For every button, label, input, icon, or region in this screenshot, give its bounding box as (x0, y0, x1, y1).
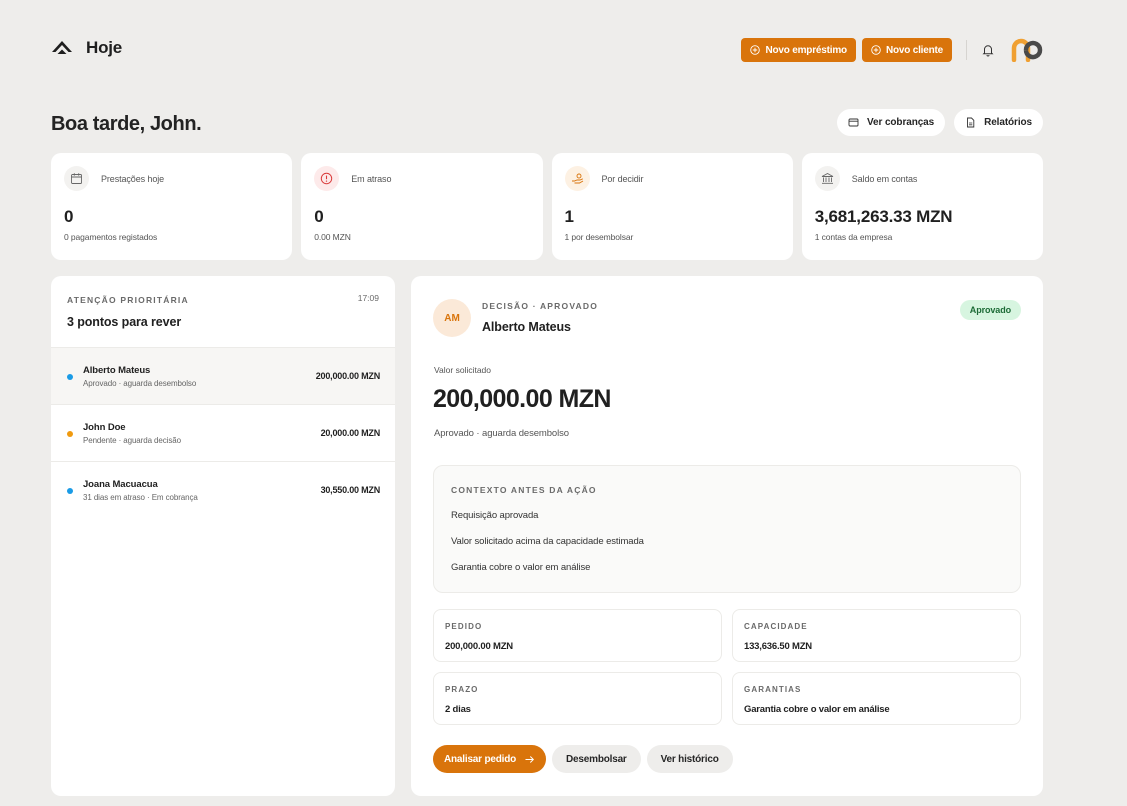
stat-value: 1 (564, 207, 574, 226)
stats-row: Prestações hoje 0 0 pagamentos registado… (51, 153, 1043, 260)
item-name: John Doe (83, 422, 126, 433)
view-charges-label: Ver cobranças (867, 117, 935, 128)
priority-kicker: ATENÇÃO PRIORITÁRIA (67, 295, 189, 305)
item-name: Joana Macuacua (83, 479, 158, 490)
status-dot (67, 431, 73, 437)
hand-coin-icon (564, 166, 590, 191)
plus-circle-icon (871, 45, 881, 55)
stat-value: 3,681,263.33 MZN (814, 207, 953, 226)
fact-value: 200,000.00 MZN (445, 641, 513, 652)
greeting-title: Boa tarde, John. (51, 113, 202, 135)
stat-label: Em atraso (351, 173, 392, 184)
priority-title: 3 pontos para rever (67, 315, 182, 329)
item-status: 31 dias em atraso · Em cobrança (83, 493, 198, 502)
stat-sub: 0.00 MZN (314, 232, 351, 242)
alert-icon (314, 166, 340, 191)
stat-head: Por decidir (564, 166, 780, 191)
decision-actions: Analisar pedido Desembolsar Ver históric… (433, 745, 733, 773)
item-status: Pendente · aguarda decisão (83, 436, 181, 445)
priority-header: ATENÇÃO PRIORITÁRIA 17:09 3 pontos para … (51, 276, 395, 347)
status-badge: Aprovado (959, 300, 1021, 320)
stat-value: 0 (314, 207, 324, 226)
reports-button[interactable]: Relatórios (954, 109, 1043, 136)
fact-card-guarantees: GARANTIAS Garantia cobre o valor em anál… (732, 672, 1021, 725)
fact-card-term: PRAZO 2 dias (433, 672, 722, 725)
stat-label: Por decidir (601, 173, 644, 184)
fact-label: GARANTIAS (744, 685, 802, 694)
analyze-label: Analisar pedido (444, 753, 517, 765)
list-item[interactable]: Joana Macuacua 31 dias em atraso · Em co… (51, 461, 395, 518)
list-item[interactable]: Alberto Mateus Aprovado · aguarda desemb… (51, 347, 395, 404)
bell-icon[interactable] (981, 43, 995, 57)
avatar[interactable] (1011, 38, 1043, 62)
item-status: Aprovado · aguarda desembolso (83, 379, 197, 388)
decision-panel: AM DECISÃO · APROVADO Alberto Mateus Apr… (411, 276, 1043, 796)
page-title: Hoje (86, 38, 123, 57)
view-charges-button[interactable]: Ver cobranças (837, 109, 946, 136)
context-item: Garantia cobre o valor em análise (451, 562, 591, 573)
bank-icon (814, 166, 840, 191)
requested-amount: 200,000.00 MZN (433, 385, 611, 413)
disburse-button[interactable]: Desembolsar (552, 745, 641, 773)
facts-grid: PEDIDO 200,000.00 MZN CAPACIDADE 133,636… (433, 609, 1021, 725)
fact-label: PRAZO (445, 685, 479, 694)
fact-label: PEDIDO (445, 622, 483, 631)
list-item[interactable]: John Doe Pendente · aguarda decisão 20,0… (51, 404, 395, 461)
priority-panel: ATENÇÃO PRIORITÁRIA 17:09 3 pontos para … (51, 276, 395, 796)
stat-label: Saldo em contas (851, 173, 918, 184)
analyze-request-button[interactable]: Analisar pedido (433, 745, 547, 773)
plus-circle-icon (750, 45, 761, 55)
stat-head: Em atraso (314, 166, 529, 191)
calendar-icon (64, 166, 89, 191)
fact-card-request: PEDIDO 200,000.00 MZN (433, 609, 722, 662)
stat-card-overdue[interactable]: Em atraso 0 0.00 MZN (301, 153, 543, 260)
stat-sub: 1 contas da empresa (814, 232, 893, 242)
fact-value: Garantia cobre o valor em análise (744, 704, 890, 715)
fact-label: CAPACIDADE (744, 622, 808, 631)
decision-kicker: DECISÃO · APROVADO (482, 301, 599, 311)
stat-head: Saldo em contas (814, 166, 1030, 191)
new-client-button[interactable]: Novo cliente (861, 38, 952, 62)
stat-value: 0 (64, 207, 74, 226)
fact-value: 133,636.50 MZN (744, 641, 812, 652)
top-bar: Hoje Novo empréstimo Novo cliente (51, 36, 1043, 66)
wallet-icon (848, 118, 859, 127)
fact-value: 2 dias (445, 704, 471, 715)
stat-label: Prestações hoje (101, 173, 165, 184)
greeting-actions: Ver cobranças Relatórios (837, 109, 1043, 136)
stat-sub: 1 por desembolsar (564, 232, 634, 242)
decision-status: Aprovado · aguarda desembolso (434, 428, 569, 439)
stat-card-installments[interactable]: Prestações hoje 0 0 pagamentos registado… (51, 153, 293, 260)
stat-head: Prestações hoje (64, 166, 279, 191)
document-icon (967, 117, 975, 128)
client-name: Alberto Mateus (482, 320, 571, 334)
view-history-button[interactable]: Ver histórico (646, 745, 733, 773)
requested-label: Valor solicitado (434, 365, 492, 375)
context-item: Requisição aprovada (451, 510, 539, 521)
brand-logo-icon[interactable] (51, 40, 73, 56)
client-avatar: AM (433, 299, 471, 337)
context-box: CONTEXTO ANTES DA AÇÃO Requisição aprova… (433, 465, 1021, 593)
header-divider (966, 40, 967, 60)
reports-label: Relatórios (984, 117, 1032, 128)
arrow-right-icon (525, 755, 535, 763)
top-actions: Novo empréstimo Novo cliente (741, 38, 1043, 62)
fact-card-capacity: CAPACIDADE 133,636.50 MZN (732, 609, 1021, 662)
context-kicker: CONTEXTO ANTES DA AÇÃO (451, 485, 597, 495)
item-amount: 20,000.00 MZN (320, 428, 381, 438)
new-loan-button[interactable]: Novo empréstimo (741, 38, 856, 62)
new-client-label: Novo cliente (885, 44, 943, 56)
new-loan-label: Novo empréstimo (765, 44, 847, 56)
status-dot (67, 488, 73, 494)
stat-card-balance[interactable]: Saldo em contas 3,681,263.33 MZN 1 conta… (801, 153, 1043, 260)
stat-sub: 0 pagamentos registados (64, 232, 158, 242)
item-amount: 30,550.00 MZN (320, 485, 381, 495)
item-name: Alberto Mateus (83, 365, 151, 376)
stat-card-pending[interactable]: Por decidir 1 1 por desembolsar (551, 153, 793, 260)
priority-time: 17:09 (357, 293, 379, 303)
item-amount: 200,000.00 MZN (315, 371, 380, 381)
brand: Hoje (51, 36, 122, 60)
context-item: Valor solicitado acima da capacidade est… (451, 536, 644, 547)
status-dot (67, 374, 73, 380)
